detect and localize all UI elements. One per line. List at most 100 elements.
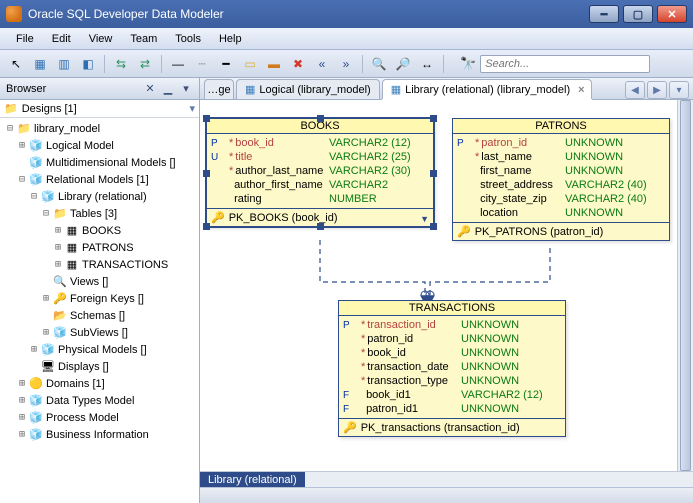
panel-menu-icon[interactable]: ▾ <box>179 82 193 96</box>
tree-item[interactable]: ⊞▦TRANSACTIONS <box>2 256 197 273</box>
column-row[interactable]: *author_last_nameVARCHAR2 (30) <box>211 164 429 178</box>
tree-twisty-icon[interactable]: ⊞ <box>52 225 64 236</box>
tree-twisty-icon[interactable]: ⊞ <box>40 293 52 304</box>
tab-list-icon[interactable]: ▾ <box>669 81 689 99</box>
column-row[interactable]: P*book_idVARCHAR2 (12) <box>211 136 429 150</box>
vertical-scrollbar[interactable] <box>677 100 693 471</box>
column-row[interactable]: *patron_idUNKNOWN <box>343 332 561 346</box>
tree-item[interactable]: ⊟📁Tables [3] <box>2 205 197 222</box>
link-icon[interactable]: — <box>168 54 188 74</box>
zoom-out-icon[interactable]: 🔎 <box>393 54 413 74</box>
column-row[interactable]: *book_idUNKNOWN <box>343 346 561 360</box>
column-row[interactable]: P*patron_idUNKNOWN <box>457 136 665 150</box>
column-row[interactable]: author_first_nameVARCHAR2 <box>211 178 429 192</box>
tree-twisty-icon[interactable]: ⊞ <box>16 429 28 440</box>
pointer-tool-icon[interactable]: ↖ <box>6 54 26 74</box>
binoculars-icon[interactable]: 🔭 <box>460 56 476 72</box>
tree-item[interactable]: 📂Schemas [] <box>2 307 197 324</box>
tree-twisty-icon[interactable]: ⊞ <box>16 395 28 406</box>
tree-item[interactable]: 🖥Displays [] <box>2 358 197 375</box>
fit-icon[interactable]: ↔ <box>417 54 437 74</box>
column-row[interactable]: first_nameUNKNOWN <box>457 164 665 178</box>
panel-minimize-icon[interactable]: ▁ <box>161 82 175 96</box>
tree-twisty-icon[interactable]: ⊞ <box>16 140 28 151</box>
tree-item[interactable]: ⊞🧊Data Types Model <box>2 392 197 409</box>
column-row[interactable]: city_state_zipVARCHAR2 (40) <box>457 192 665 206</box>
note-icon[interactable]: ▭ <box>240 54 260 74</box>
table-tool-icon[interactable]: ▦ <box>30 54 50 74</box>
view-tool-icon[interactable]: ▥ <box>54 54 74 74</box>
tree-item[interactable]: ⊞▦BOOKS <box>2 222 197 239</box>
tree-item[interactable]: ⊞🧊SubViews [] <box>2 324 197 341</box>
bottom-tab[interactable]: Library (relational) <box>200 472 305 488</box>
tree-item[interactable]: ⊞🧊Business Information <box>2 426 197 443</box>
tree-item[interactable]: ⊞🔑Foreign Keys [] <box>2 290 197 307</box>
column-row[interactable]: ratingNUMBER <box>211 192 429 206</box>
menu-file[interactable]: File <box>8 31 42 47</box>
column-row[interactable]: *last_nameUNKNOWN <box>457 150 665 164</box>
menu-tools[interactable]: Tools <box>167 31 209 47</box>
object-tree[interactable]: ⊟📁library_model⊞🧊Logical Model🧊Multidime… <box>0 118 199 503</box>
tree-twisty-icon[interactable]: ⊟ <box>40 208 52 219</box>
sync-icon[interactable]: ⇄ <box>135 54 155 74</box>
tree-twisty-icon[interactable]: ⊞ <box>52 259 64 270</box>
column-row[interactable]: P*transaction_idUNKNOWN <box>343 318 561 332</box>
column-row[interactable]: locationUNKNOWN <box>457 206 665 220</box>
column-row[interactable]: *transaction_dateUNKNOWN <box>343 360 561 374</box>
tab-close-icon[interactable]: × <box>578 84 584 96</box>
tree-item[interactable]: 🧊Multidimensional Models [] <box>2 154 197 171</box>
dropdown-chevron-icon[interactable]: ▾ <box>189 102 195 115</box>
menu-team[interactable]: Team <box>122 31 165 47</box>
search-input[interactable] <box>480 55 650 73</box>
tree-item[interactable]: ⊟🧊Relational Models [1] <box>2 171 197 188</box>
tree-twisty-icon[interactable]: ⊞ <box>40 327 52 338</box>
panel-close-icon[interactable]: ✕ <box>143 82 157 96</box>
tab-library-relational[interactable]: ▦ Library (relational) (library_model) × <box>382 79 592 99</box>
tab-logical[interactable]: ▦ Logical (library_model) <box>236 79 380 99</box>
maximize-button[interactable]: ▢ <box>623 5 653 23</box>
dotted-link-icon[interactable]: ┄ <box>192 54 212 74</box>
split-tool-icon[interactable]: ◧ <box>78 54 98 74</box>
tree-twisty-icon[interactable]: ⊟ <box>4 123 16 134</box>
tree-twisty-icon[interactable]: ⊟ <box>28 191 40 202</box>
zoom-in-icon[interactable]: 🔍 <box>369 54 389 74</box>
tab-prev-icon[interactable]: ◀ <box>625 81 645 99</box>
entity-transactions[interactable]: TRANSACTIONS P*transaction_idUNKNOWN*pat… <box>338 300 566 437</box>
bold-link-icon[interactable]: ━ <box>216 54 236 74</box>
entity-patrons[interactable]: PATRONS P*patron_idUNKNOWN*last_nameUNKN… <box>452 118 670 241</box>
menu-view[interactable]: View <box>81 31 121 47</box>
tree-item[interactable]: ⊟🧊Library (relational) <box>2 188 197 205</box>
minimize-button[interactable]: ━ <box>589 5 619 23</box>
tree-item[interactable]: ⊞▦PATRONS <box>2 239 197 256</box>
region-icon[interactable]: ▬ <box>264 54 284 74</box>
tree-item[interactable]: ⊟📁library_model <box>2 120 197 137</box>
forward-icon[interactable]: » <box>336 54 356 74</box>
horizontal-scrollbar[interactable]: Library (relational) <box>200 471 693 487</box>
tree-twisty-icon[interactable]: ⊞ <box>52 242 64 253</box>
close-button[interactable]: ✕ <box>657 5 687 23</box>
delete-icon[interactable]: ✖ <box>288 54 308 74</box>
column-row[interactable]: *transaction_typeUNKNOWN <box>343 374 561 388</box>
menu-help[interactable]: Help <box>211 31 250 47</box>
designs-dropdown[interactable]: 📁 Designs [1] ▾ <box>0 100 199 118</box>
tree-twisty-icon[interactable]: ⊞ <box>16 378 28 389</box>
column-row[interactable]: F book_id1VARCHAR2 (12) <box>343 388 561 402</box>
rewind-icon[interactable]: « <box>312 54 332 74</box>
column-row[interactable]: F patron_id1UNKNOWN <box>343 402 561 416</box>
tree-item[interactable]: ⊞🧊Process Model <box>2 409 197 426</box>
tab-next-icon[interactable]: ▶ <box>647 81 667 99</box>
tree-item[interactable]: ⊞🧊Physical Models [] <box>2 341 197 358</box>
tree-item[interactable]: 🔍Views [] <box>2 273 197 290</box>
tree-twisty-icon[interactable]: ⊞ <box>28 344 40 355</box>
engineer-icon[interactable]: ⇆ <box>111 54 131 74</box>
tree-twisty-icon[interactable]: ⊞ <box>16 412 28 423</box>
tab-overflow[interactable]: …ge <box>204 79 234 99</box>
entity-books[interactable]: BOOKS P*book_idVARCHAR2 (12)U*titleVARCH… <box>206 118 434 227</box>
diagram-canvas[interactable]: BOOKS P*book_idVARCHAR2 (12)U*titleVARCH… <box>200 100 677 471</box>
tree-item[interactable]: ⊞🧊Logical Model <box>2 137 197 154</box>
expand-chevron-icon[interactable]: ▼ <box>420 214 429 224</box>
column-row[interactable]: street_addressVARCHAR2 (40) <box>457 178 665 192</box>
menu-edit[interactable]: Edit <box>44 31 79 47</box>
tree-item[interactable]: ⊞🟡Domains [1] <box>2 375 197 392</box>
column-row[interactable]: U*titleVARCHAR2 (25) <box>211 150 429 164</box>
